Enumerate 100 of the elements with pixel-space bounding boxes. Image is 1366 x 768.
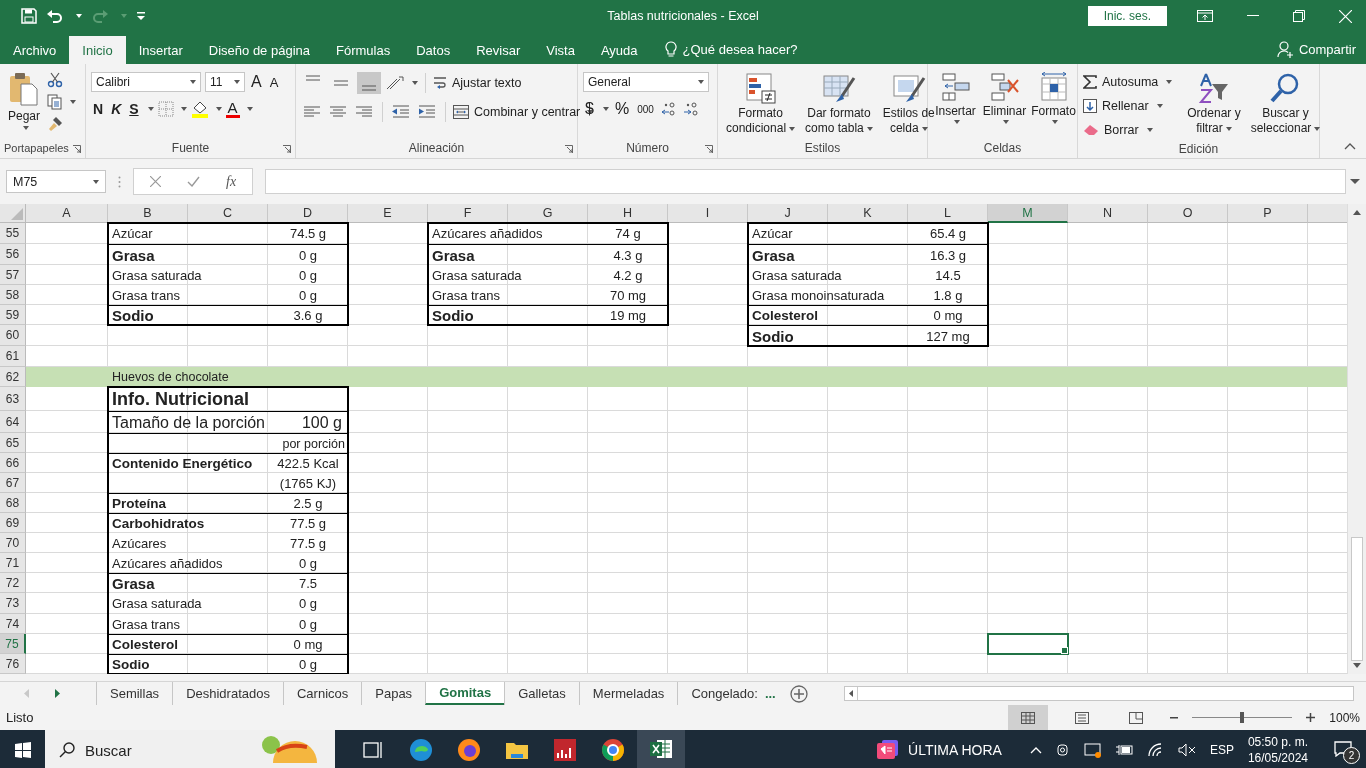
fill-color-icon[interactable] — [190, 100, 209, 118]
formula-input[interactable] — [265, 169, 1346, 194]
fill-button[interactable]: Rellenar — [1083, 96, 1163, 116]
row-header[interactable]: 67 — [0, 473, 26, 493]
caret-icon[interactable] — [587, 110, 594, 114]
close-icon[interactable] — [1339, 9, 1352, 23]
collapse-ribbon-icon[interactable] — [1344, 143, 1356, 150]
menu-tab[interactable]: Vista — [533, 36, 588, 64]
lightbulb-icon[interactable] — [664, 41, 677, 58]
restore-icon[interactable] — [1293, 10, 1305, 22]
row-header[interactable]: 74 — [0, 614, 26, 634]
row-header[interactable]: 69 — [0, 513, 26, 533]
news-headline[interactable]: ÚLTIMA HORA — [908, 742, 1002, 758]
bold-button[interactable]: N — [91, 101, 106, 117]
caret-icon[interactable] — [234, 80, 240, 84]
caret-icon[interactable] — [412, 81, 418, 85]
caret-icon[interactable] — [602, 107, 609, 111]
cells-button[interactable]: Eliminar — [982, 70, 1027, 126]
undo-icon[interactable] — [47, 9, 63, 23]
clock[interactable]: 05:50 p. m. 16/05/2024 — [1247, 734, 1308, 766]
wrap-text-button[interactable]: Ajustar texto — [433, 73, 522, 93]
horizontal-scrollbar[interactable] — [843, 686, 1354, 701]
column-header[interactable]: N — [1068, 204, 1148, 223]
column-header[interactable]: M — [988, 204, 1068, 223]
ribbon-display-icon[interactable] — [1197, 10, 1213, 22]
caret-icon[interactable] — [246, 107, 253, 111]
zoom-level[interactable]: 100% — [1329, 710, 1360, 725]
insert-function-button[interactable]: fx — [226, 173, 237, 190]
cells-button[interactable]: Formato — [1031, 70, 1076, 126]
row-header[interactable]: 65 — [0, 433, 26, 453]
shrink-font-button[interactable]: A — [267, 74, 281, 90]
share-button[interactable]: Compartir — [1276, 41, 1356, 58]
display-icon[interactable] — [1083, 742, 1102, 758]
caret-icon[interactable] — [954, 120, 960, 124]
caret-icon[interactable] — [1156, 104, 1163, 108]
row-header[interactable]: 71 — [0, 553, 26, 573]
caret-icon[interactable] — [1146, 128, 1153, 132]
news-icon[interactable] — [876, 739, 901, 761]
format-painter-icon[interactable] — [47, 116, 64, 132]
row-header[interactable]: 76 — [0, 654, 26, 674]
battery-plug-icon[interactable] — [1115, 744, 1134, 756]
row-header[interactable]: 55 — [0, 223, 26, 244]
row-header[interactable]: 60 — [0, 325, 26, 346]
menu-tab[interactable]: Inicio — [69, 36, 126, 64]
dialog-launcher-icon[interactable] — [565, 145, 573, 153]
number-format-field[interactable]: General — [583, 72, 709, 92]
column-header[interactable]: A — [26, 204, 108, 223]
italic-button[interactable]: K — [109, 101, 124, 117]
name-box[interactable]: M75 — [6, 170, 106, 193]
input-language[interactable]: ESP — [1209, 743, 1234, 757]
zoom-in-icon[interactable] — [1306, 713, 1316, 722]
caret-icon[interactable] — [789, 126, 796, 131]
caret-icon[interactable] — [180, 107, 187, 111]
menu-tab[interactable]: Datos — [403, 36, 464, 64]
menu-tab[interactable]: Revisar — [463, 36, 534, 64]
camera-icon[interactable] — [1055, 742, 1070, 758]
chevron-up-icon[interactable] — [1029, 746, 1042, 754]
font-color-button[interactable]: A — [225, 100, 240, 118]
row-header[interactable]: 66 — [0, 453, 26, 473]
spreadsheet-app-button[interactable] — [637, 730, 685, 768]
caret-icon[interactable] — [1314, 126, 1321, 131]
increase-decimal-icon[interactable] — [659, 101, 678, 117]
caret-icon[interactable] — [190, 80, 196, 84]
selected-cell[interactable] — [987, 633, 1069, 655]
taskbar-search-field[interactable]: Buscar — [45, 730, 335, 768]
column-header[interactable]: P — [1228, 204, 1308, 223]
increase-indent-icon[interactable] — [416, 104, 438, 120]
zoom-out-icon[interactable] — [1170, 716, 1179, 719]
column-header[interactable]: O — [1148, 204, 1228, 223]
menu-tab[interactable]: Archivo — [0, 36, 70, 64]
caret-icon[interactable] — [1003, 120, 1009, 124]
tell-me-search[interactable]: ¿Qué desea hacer? — [682, 42, 798, 57]
editing-button[interactable]: Buscar y seleccionar — [1247, 70, 1324, 138]
row-header[interactable]: 57 — [0, 265, 26, 285]
row-header[interactable]: 72 — [0, 573, 26, 593]
clear-button[interactable]: Borrar — [1083, 120, 1153, 140]
paste-button[interactable]: Pegar — [5, 70, 44, 132]
editing-button[interactable]: Ordenar y filtrar — [1184, 70, 1244, 138]
normal-view-button[interactable] — [1008, 705, 1049, 730]
row-header[interactable]: 68 — [0, 493, 26, 513]
decrease-indent-icon[interactable] — [390, 104, 412, 120]
thousands-button[interactable]: 000 — [635, 103, 656, 115]
decrease-decimal-icon[interactable] — [681, 101, 700, 117]
dialog-launcher-icon[interactable] — [705, 145, 713, 153]
menu-tab[interactable]: Fórmulas — [323, 36, 404, 64]
font-size-field[interactable]: 11 — [205, 72, 245, 92]
menu-tab[interactable]: Insertar — [125, 36, 196, 64]
save-icon[interactable] — [21, 8, 37, 24]
column-header[interactable]: E — [348, 204, 428, 223]
customize-toolbar-icon[interactable] — [137, 12, 145, 20]
caret-icon[interactable] — [70, 100, 77, 104]
row-header[interactable]: 73 — [0, 593, 26, 614]
sheet-tab[interactable]: Gomitas — [425, 682, 505, 705]
font-name-field[interactable]: Calibri — [91, 72, 201, 92]
caret-icon[interactable] — [93, 179, 99, 184]
row-header[interactable]: 58 — [0, 285, 26, 305]
row-header[interactable]: 63 — [0, 387, 26, 411]
column-header[interactable]: I — [668, 204, 748, 223]
row-header[interactable]: 61 — [0, 346, 26, 367]
next-sheet-icon[interactable] — [54, 689, 60, 698]
